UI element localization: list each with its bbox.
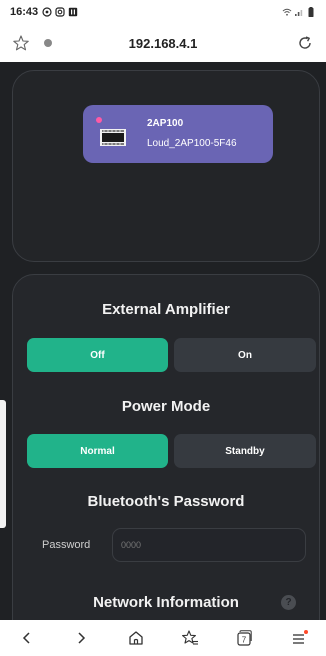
power-normal-button[interactable]: Normal — [27, 434, 168, 468]
site-info-icon[interactable] — [44, 39, 52, 47]
network-information-title: Network Information — [93, 594, 239, 611]
back-arrow-icon[interactable] — [16, 627, 38, 649]
browser-address-bar: 192.168.4.1 — [0, 24, 326, 62]
device-id: Loud_2AP100-5F46 — [147, 138, 237, 149]
password-label: Password — [42, 539, 91, 551]
amplifier-off-button[interactable]: Off — [27, 338, 168, 372]
password-input[interactable] — [112, 528, 306, 562]
signal-icon — [294, 7, 304, 17]
external-amplifier-title: External Amplifier — [102, 301, 230, 318]
help-icon[interactable]: ? — [281, 595, 296, 610]
reload-icon[interactable] — [296, 34, 314, 52]
menu-icon[interactable] — [288, 627, 310, 649]
bookmarks-icon[interactable] — [179, 627, 201, 649]
device-panel: 2AP100 Loud_2AP100-5F46 — [12, 70, 320, 262]
notification-app-icon — [68, 7, 78, 17]
bookmark-star-icon[interactable] — [12, 34, 30, 52]
amplifier-on-button[interactable]: On — [174, 338, 316, 372]
status-time: 16:43 — [10, 6, 39, 18]
chip-icon — [100, 129, 126, 146]
battery-icon — [306, 7, 316, 17]
status-bar: 16:43 — [0, 0, 326, 24]
power-standby-button[interactable]: Standby — [174, 434, 316, 468]
device-status-dot — [96, 117, 102, 123]
web-page: 2AP100 Loud_2AP100-5F46 External Amplifi… — [0, 62, 326, 620]
forward-arrow-icon[interactable] — [70, 627, 92, 649]
browser-nav-bar: 7 — [0, 620, 326, 656]
home-icon[interactable] — [125, 627, 147, 649]
instagram-icon — [55, 7, 65, 17]
whatsapp-icon — [42, 7, 52, 17]
bluetooth-password-title: Bluetooth's Password — [87, 493, 245, 510]
power-mode-title: Power Mode — [121, 398, 211, 415]
tabs-icon[interactable]: 7 — [233, 627, 255, 649]
wifi-icon — [282, 7, 292, 17]
device-name: 2AP100 — [147, 118, 184, 129]
tab-count: 7 — [242, 636, 247, 645]
device-card[interactable]: 2AP100 Loud_2AP100-5F46 — [83, 105, 273, 163]
side-panel-handle[interactable] — [0, 400, 6, 528]
